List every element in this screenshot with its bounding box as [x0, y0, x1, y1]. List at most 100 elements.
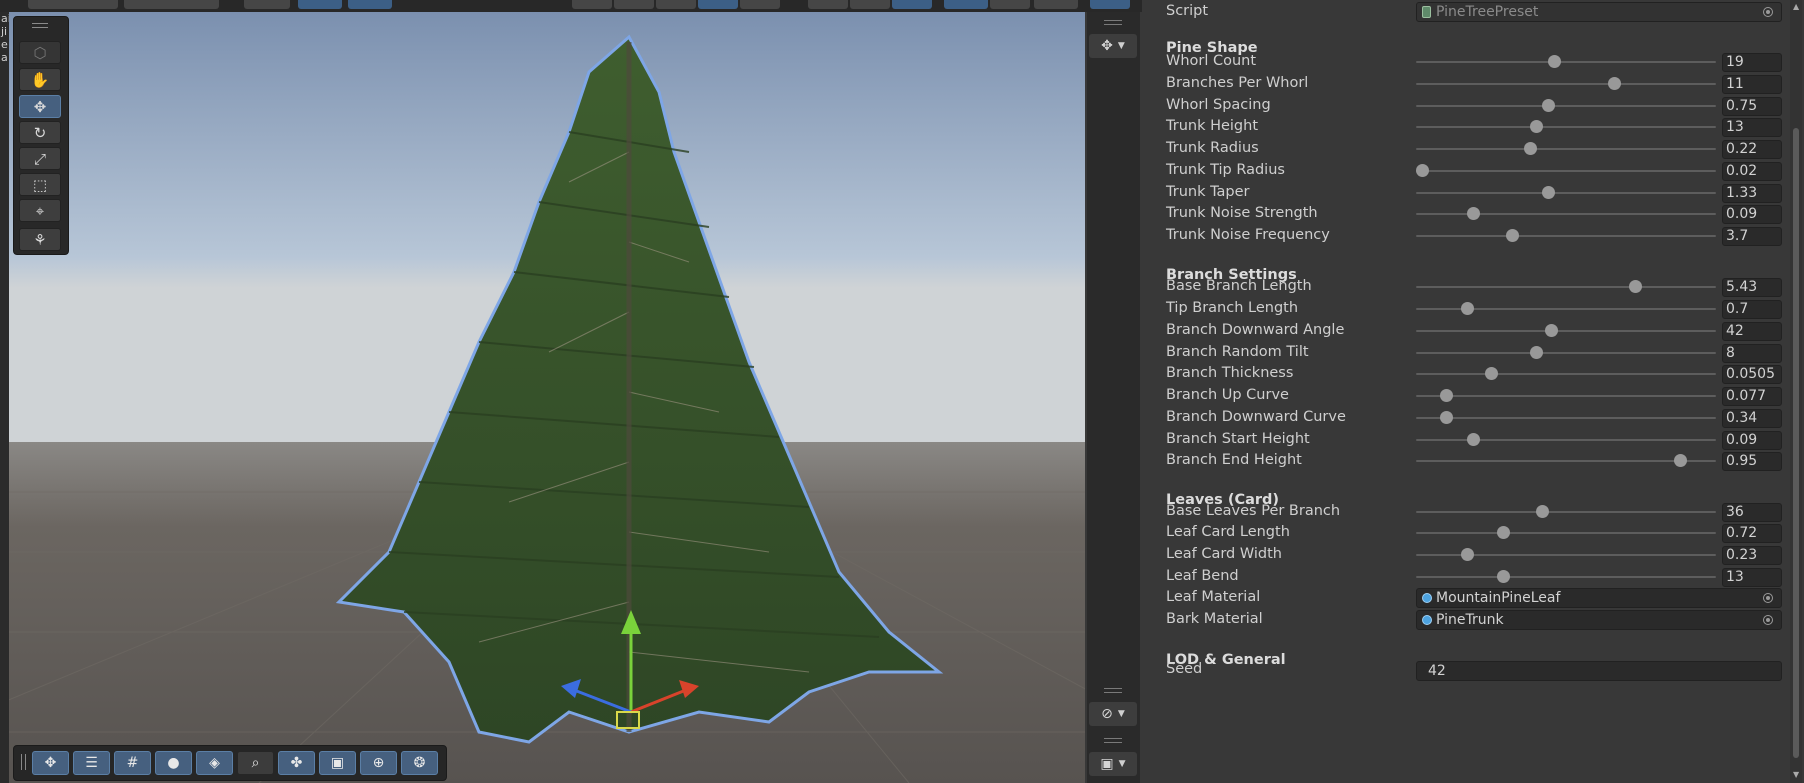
slider-thumb[interactable] — [1608, 77, 1621, 90]
whorl-count-slider[interactable] — [1416, 52, 1716, 72]
transform-tool-button[interactable]: ⌖ — [19, 199, 61, 222]
branches-per-whorl-slider[interactable] — [1416, 74, 1716, 94]
trunk-noise-frequency-slider[interactable] — [1416, 226, 1716, 246]
branches-per-whorl-input[interactable]: 11 — [1722, 75, 1782, 94]
slider-thumb[interactable] — [1461, 548, 1474, 561]
object-picker-icon[interactable] — [1763, 615, 1773, 625]
slider-thumb[interactable] — [1497, 570, 1510, 583]
slider-thumb[interactable] — [1467, 207, 1480, 220]
branch-downward-curve-slider[interactable] — [1416, 408, 1716, 428]
tip-branch-length-slider[interactable] — [1416, 299, 1716, 319]
snap-settings-button[interactable]: ☰ — [73, 751, 110, 775]
slider-thumb[interactable] — [1416, 164, 1429, 177]
branch-downward-angle-slider[interactable] — [1416, 321, 1716, 341]
view-tool-button[interactable]: ⬡ — [19, 41, 61, 64]
trunk-noise-strength-input[interactable]: 0.09 — [1722, 205, 1782, 224]
leaf-card-length-slider[interactable] — [1416, 523, 1716, 543]
pivot-button[interactable]: ✤ — [278, 751, 315, 775]
base-branch-length-input[interactable]: 5.43 — [1722, 278, 1782, 297]
scroll-up-icon[interactable]: ▲ — [1793, 2, 1799, 11]
search-button[interactable]: ⌕ — [237, 751, 274, 775]
scroll-down-icon[interactable]: ▼ — [1793, 770, 1799, 779]
branch-downward-angle-input[interactable]: 42 — [1722, 322, 1782, 341]
branch-random-tilt-slider[interactable] — [1416, 343, 1716, 363]
branch-random-tilt-input[interactable]: 8 — [1722, 344, 1782, 363]
inspector-panel[interactable]: Script PineTreePreset Pine Shape Whorl Coun… — [1142, 0, 1804, 783]
scale-tool-button[interactable]: ⤢ — [19, 147, 61, 170]
whorl-spacing-slider[interactable] — [1416, 96, 1716, 116]
branch-up-curve-slider[interactable] — [1416, 386, 1716, 406]
slider-thumb[interactable] — [1542, 99, 1555, 112]
slider-thumb[interactable] — [1467, 433, 1480, 446]
whorl-count-input[interactable]: 19 — [1722, 53, 1782, 72]
seed-input[interactable]: 42 — [1416, 661, 1782, 681]
pivot-dropdown[interactable]: ✥ ▼ — [1089, 34, 1137, 58]
object-picker-icon[interactable] — [1763, 593, 1773, 603]
branch-start-height-slider[interactable] — [1416, 430, 1716, 450]
object-picker-icon[interactable] — [1763, 7, 1773, 17]
rotate-tool-button[interactable]: ↻ — [19, 121, 61, 144]
slider-thumb[interactable] — [1536, 505, 1549, 518]
slider-thumb[interactable] — [1497, 526, 1510, 539]
branch-start-height-input[interactable]: 0.09 — [1722, 431, 1782, 450]
trunk-tip-radius-input[interactable]: 0.02 — [1722, 162, 1782, 181]
slider-thumb[interactable] — [1542, 186, 1555, 199]
trunk-height-input[interactable]: 13 — [1722, 118, 1782, 137]
layers-button[interactable]: ◈ — [196, 751, 233, 775]
tool-palette[interactable]: ⬡ ✋ ✥ ↻ ⤢ ⬚ ⌖ ⚘ — [13, 16, 69, 255]
scene-right-toolbar[interactable]: ✥ ▼ ⊘ ▼ ▣ ▼ — [1087, 12, 1140, 783]
slider-thumb[interactable] — [1440, 411, 1453, 424]
slider-thumb[interactable] — [1629, 280, 1642, 293]
custom-tool-button[interactable]: ⚘ — [19, 228, 61, 251]
grid-toggle-button[interactable]: # — [114, 751, 151, 775]
branch-end-height-slider[interactable] — [1416, 451, 1716, 471]
branch-thickness-input[interactable]: 0.0505 — [1722, 365, 1782, 384]
leaf-material-field[interactable]: MountainPineLeaf — [1416, 588, 1782, 608]
trunk-taper-slider[interactable] — [1416, 183, 1716, 203]
palette-grip[interactable] — [32, 23, 48, 24]
bark-material-field[interactable]: PineTrunk — [1416, 610, 1782, 630]
slider-thumb[interactable] — [1461, 302, 1474, 315]
slider-thumb[interactable] — [1506, 229, 1519, 242]
inspector-scrollbar[interactable]: ▲ ▼ — [1790, 0, 1802, 783]
slider-thumb[interactable] — [1674, 454, 1687, 467]
shading-mode-button[interactable]: ● — [155, 751, 192, 775]
move-tool-button[interactable]: ✥ — [19, 95, 61, 118]
leaf-card-length-input[interactable]: 0.72 — [1722, 524, 1782, 543]
effects-button[interactable]: ❂ — [401, 751, 438, 775]
trunk-tip-radius-slider[interactable] — [1416, 161, 1716, 181]
move-overlay-button[interactable]: ✥ — [32, 751, 69, 775]
whorl-spacing-input[interactable]: 0.75 — [1722, 97, 1782, 116]
trunk-radius-slider[interactable] — [1416, 139, 1716, 159]
branch-thickness-slider[interactable] — [1416, 364, 1716, 384]
trunk-radius-input[interactable]: 0.22 — [1722, 140, 1782, 159]
slider-thumb[interactable] — [1485, 367, 1498, 380]
base-leaves-per-branch-input[interactable]: 36 — [1722, 503, 1782, 522]
leaf-card-width-slider[interactable] — [1416, 545, 1716, 565]
trunk-noise-strength-slider[interactable] — [1416, 204, 1716, 224]
gizmos-button[interactable]: ⊕ — [360, 751, 397, 775]
base-leaves-per-branch-slider[interactable] — [1416, 502, 1716, 522]
camera-dropdown[interactable]: ▣ ▼ — [1089, 752, 1137, 776]
base-branch-length-slider[interactable] — [1416, 277, 1716, 297]
branch-downward-curve-input[interactable]: 0.34 — [1722, 409, 1782, 428]
slider-thumb[interactable] — [1545, 324, 1558, 337]
rect-tool-button[interactable]: ⬚ — [19, 173, 61, 196]
navigation-dropdown[interactable]: ⊘ ▼ — [1089, 702, 1137, 726]
scrollbar-thumb[interactable] — [1793, 128, 1799, 758]
leaf-card-width-input[interactable]: 0.23 — [1722, 546, 1782, 565]
slider-thumb[interactable] — [1548, 55, 1561, 68]
camera-button[interactable]: ▣ — [319, 751, 356, 775]
trunk-noise-frequency-input[interactable]: 3.7 — [1722, 227, 1782, 246]
trunk-taper-input[interactable]: 1.33 — [1722, 184, 1782, 203]
tip-branch-length-input[interactable]: 0.7 — [1722, 300, 1782, 319]
hand-tool-button[interactable]: ✋ — [19, 68, 61, 91]
trunk-height-slider[interactable] — [1416, 117, 1716, 137]
slider-thumb[interactable] — [1530, 120, 1543, 133]
slider-thumb[interactable] — [1524, 142, 1537, 155]
leaf-bend-input[interactable]: 13 — [1722, 568, 1782, 587]
scene-overlay-toolbar[interactable]: ✥ ☰ # ● ◈ ⌕ ✤ ▣ ⊕ ❂ — [13, 745, 447, 781]
scene-viewport[interactable] — [9, 12, 1085, 783]
leaf-bend-slider[interactable] — [1416, 567, 1716, 587]
branch-up-curve-input[interactable]: 0.077 — [1722, 387, 1782, 406]
